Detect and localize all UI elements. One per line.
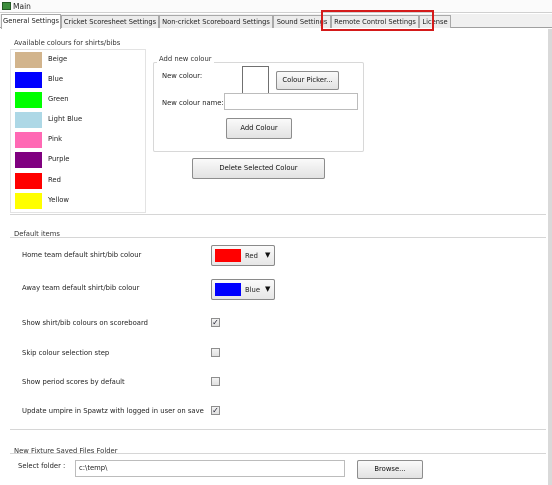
fixture-folder-group-line <box>10 453 546 454</box>
default-items-group-line <box>10 237 546 238</box>
update-umpire-checkbox[interactable]: ✓ <box>211 406 220 415</box>
away-team-colour-select[interactable]: Blue ▼ <box>211 279 275 300</box>
colour-item-beige[interactable]: Beige <box>13 51 145 69</box>
new-colour-label: New colour: <box>162 72 203 80</box>
colour-name: Beige <box>48 55 68 63</box>
tab-license[interactable]: License <box>419 15 451 28</box>
colour-item-light-blue[interactable]: Light Blue <box>13 111 145 129</box>
home-team-colour-select[interactable]: Red ▼ <box>211 245 275 266</box>
show-period-scores-checkbox[interactable] <box>211 377 220 386</box>
away-colour-swatch <box>215 283 241 296</box>
colour-picker-button[interactable]: Colour Picker... <box>276 71 339 90</box>
select-folder-label: Select folder : <box>18 462 66 470</box>
colour-name: Yellow <box>48 196 69 204</box>
skip-colour-step-checkbox[interactable] <box>211 348 220 357</box>
show-colours-label: Show shirt/bib colours on scoreboard <box>22 319 148 327</box>
tab-cricket-scoresheet-settings[interactable]: Cricket Scoresheet Settings <box>61 15 159 28</box>
colour-item-purple[interactable]: Purple <box>13 151 145 169</box>
colour-item-yellow[interactable]: Yellow <box>13 192 145 210</box>
colour-item-pink[interactable]: Pink <box>13 131 145 149</box>
chevron-down-icon: ▼ <box>265 285 271 293</box>
colour-swatch <box>15 52 42 68</box>
show-period-scores-label: Show period scores by default <box>22 378 125 386</box>
colours-group-label: Available colours for shirts/bibs <box>14 39 121 47</box>
app-icon <box>2 2 11 10</box>
home-colour-value: Red <box>245 252 258 260</box>
new-colour-name-input[interactable] <box>224 93 358 110</box>
tab-remote-control-settings[interactable]: Remote Control Settings <box>331 15 419 28</box>
colour-swatch <box>15 173 42 189</box>
default-items-group-divider <box>10 429 546 430</box>
tab-non-cricket-scoreboard-settings[interactable]: Non-cricket Scoreboard Settings <box>159 15 273 28</box>
colour-name: Pink <box>48 135 63 143</box>
general-settings-panel: Available colours for shirts/bibs Beige … <box>0 29 552 485</box>
colours-group-divider <box>10 214 546 215</box>
colour-swatch <box>15 112 42 128</box>
colour-name: Red <box>48 176 61 184</box>
delete-selected-colour-button[interactable]: Delete Selected Colour <box>192 158 325 179</box>
window-title: Main <box>13 2 31 11</box>
away-team-colour-label: Away team default shirt/bib colour <box>22 284 140 292</box>
tab-general-settings[interactable]: General Settings <box>1 14 61 29</box>
new-colour-preview[interactable] <box>242 66 269 94</box>
home-team-colour-label: Home team default shirt/bib colour <box>22 251 142 259</box>
title-bar: Main <box>0 0 552 13</box>
colour-list[interactable]: Beige Blue Green Light Blue Pink Purple <box>10 49 146 213</box>
tab-bar: General Settings Cricket Scoresheet Sett… <box>0 14 552 29</box>
update-umpire-label: Update umpire in Spawtz with logged in u… <box>22 407 204 415</box>
colour-swatch <box>15 152 42 168</box>
colour-item-blue[interactable]: Blue <box>13 71 145 89</box>
add-colour-button[interactable]: Add Colour <box>226 118 292 139</box>
home-colour-swatch <box>215 249 241 262</box>
colour-swatch <box>15 72 42 88</box>
colour-name: Blue <box>48 75 64 83</box>
browse-button[interactable]: Browse... <box>357 460 423 479</box>
colour-swatch <box>15 92 42 108</box>
colour-item-green[interactable]: Green <box>13 91 145 109</box>
away-colour-value: Blue <box>245 286 261 294</box>
new-colour-name-label: New colour name: <box>162 99 224 107</box>
window-edge <box>548 29 552 485</box>
main-window: Main General Settings Cricket Scoresheet… <box>0 0 552 485</box>
colour-name: Green <box>48 95 69 103</box>
show-colours-checkbox[interactable]: ✓ <box>211 318 220 327</box>
skip-colour-step-label: Skip colour selection step <box>22 349 110 357</box>
colour-swatch <box>15 132 42 148</box>
colour-swatch <box>15 193 42 209</box>
colour-name: Purple <box>48 155 70 163</box>
add-colour-group-label: Add new colour <box>157 55 214 63</box>
colour-name: Light Blue <box>48 115 83 123</box>
folder-path-input[interactable]: c:\temp\ <box>75 460 345 477</box>
tab-sound-settings[interactable]: Sound Settings <box>273 15 331 28</box>
colour-item-red[interactable]: Red <box>13 172 145 190</box>
chevron-down-icon: ▼ <box>265 251 271 259</box>
